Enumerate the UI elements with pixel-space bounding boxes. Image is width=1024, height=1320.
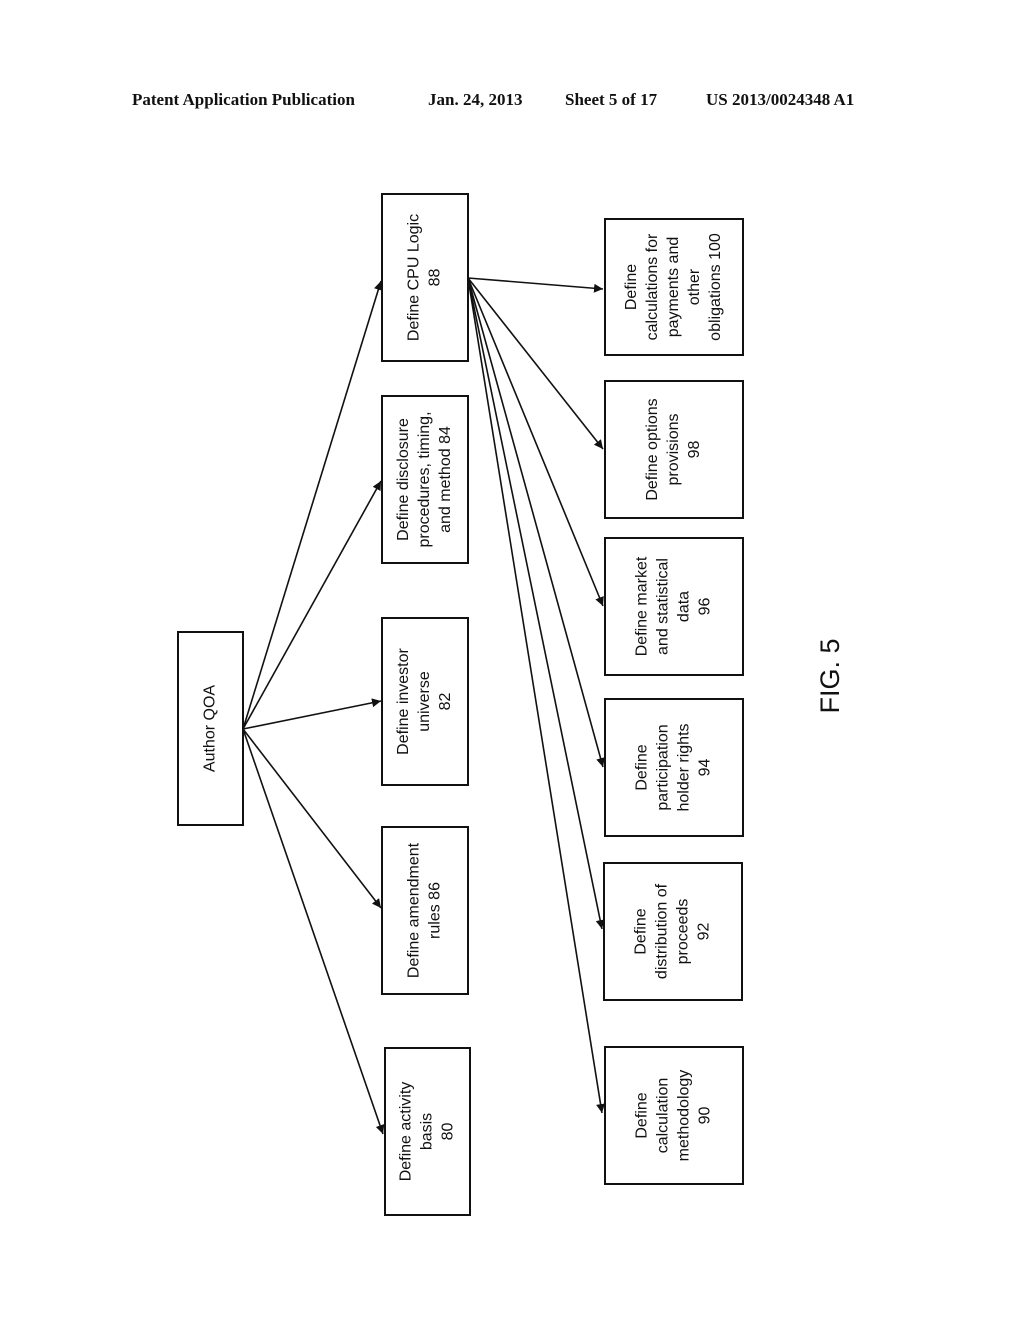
- box-label-line: methodology: [676, 1070, 693, 1162]
- box-label-line: Define CPU Logic: [406, 214, 423, 341]
- box-label-line: 80: [440, 1123, 457, 1141]
- box-label-line: 88: [427, 269, 444, 287]
- arrow-author-n82: [242, 698, 382, 730]
- box-label-line: universe: [416, 671, 433, 732]
- figure-label: FIG. 5: [815, 638, 845, 713]
- box-n94: Define participation holder rights 94: [604, 698, 744, 837]
- box-n98: Define options provisions 98: [604, 380, 744, 519]
- box-label-line: 96: [697, 598, 714, 616]
- box-n86: Define amendment rules 86: [381, 826, 469, 995]
- box-author: Author QOA: [177, 631, 244, 826]
- box-label-line: procedures, timing,: [416, 411, 433, 547]
- box-label-line: proceeds: [675, 899, 692, 965]
- box-label-line: Define: [634, 1092, 651, 1138]
- box-label-line: Define activity: [398, 1082, 415, 1182]
- box-border: [381, 193, 469, 362]
- box-n88: Define CPU Logic 88: [381, 193, 469, 362]
- box-label-line: calculation: [655, 1078, 672, 1154]
- box-n100: Define calculations for payments and other o…: [604, 218, 744, 356]
- box-n82: Define investor universe 82: [381, 617, 469, 786]
- figure-label-text: FIG. 5: [815, 638, 845, 713]
- arrow-n88-n98: [467, 277, 604, 450]
- arrow-author-n86: [242, 728, 382, 909]
- flow-diagram: Author QOADefine activity basis 80Define a…: [177, 193, 845, 1216]
- arrow-n88-n90: [467, 277, 606, 1114]
- box-label-line: 98: [686, 441, 703, 459]
- box-n90: Define calculation methodology 90: [604, 1046, 744, 1185]
- box-label-line: Define: [634, 744, 651, 790]
- box-label-line: obligations 100: [707, 233, 724, 341]
- connector-line: [242, 480, 382, 730]
- box-label-line: Define amendment: [406, 842, 423, 978]
- connector-line: [242, 728, 385, 1135]
- box-label-line: participation: [655, 724, 672, 810]
- box-n92: Define distribution of proceeds 92: [603, 862, 743, 1001]
- box-label-line: 90: [697, 1107, 714, 1125]
- box-label-line: provisions: [665, 413, 682, 485]
- box-label-line: and statistical: [655, 558, 672, 655]
- box-label-line: 94: [697, 759, 714, 777]
- box-label-line: distribution of: [654, 883, 671, 979]
- arrow-n88-n92: [467, 277, 605, 930]
- box-border: [604, 537, 744, 676]
- box-n96: Define market and statistical data 96: [604, 537, 744, 676]
- box-label-line: Define market: [634, 556, 651, 656]
- arrow-author-n84: [242, 480, 382, 730]
- box-label-line: rules 86: [427, 882, 444, 939]
- box-border: [603, 862, 743, 1001]
- arrow-n88-n100: [467, 277, 604, 293]
- connector-line: [467, 277, 606, 1114]
- connector-line: [242, 698, 382, 730]
- box-label-line: 82: [437, 693, 454, 711]
- box-label-line: calculations for: [644, 233, 661, 340]
- connector-line: [467, 277, 604, 293]
- box-border: [604, 698, 744, 837]
- box-label-line: Define investor: [395, 647, 412, 754]
- box-n80: Define activity basis 80: [384, 1047, 471, 1216]
- nodes-layer: Author QOADefine activity basis 80Define a…: [177, 193, 744, 1216]
- connector-line: [467, 277, 604, 607]
- box-n84: Define disclosure procedures, timing, and …: [381, 395, 469, 564]
- box-label-line: Define: [633, 908, 650, 954]
- connector-line: [467, 277, 605, 930]
- arrow-author-n80: [242, 728, 385, 1135]
- box-border: [381, 826, 469, 995]
- box-label-line: and method 84: [437, 426, 454, 533]
- box-label-line: 92: [696, 923, 713, 941]
- connector-line: [242, 728, 382, 909]
- box-label-line: other: [686, 268, 703, 305]
- connector-line: [242, 280, 383, 730]
- arrow-author-n88: [242, 280, 383, 730]
- box-label-line: Author QOA: [202, 685, 219, 772]
- box-label-line: data: [676, 591, 693, 622]
- box-label-line: Define: [623, 264, 640, 310]
- box-label-line: Define disclosure: [395, 418, 412, 541]
- box-label-line: Define options: [644, 398, 661, 500]
- box-label-line: basis: [419, 1113, 436, 1150]
- box-label-line: payments and: [665, 237, 682, 338]
- connector-line: [467, 277, 604, 450]
- box-border: [604, 1046, 744, 1185]
- arrow-n88-n96: [467, 277, 604, 607]
- box-label-line: holder rights: [676, 723, 693, 811]
